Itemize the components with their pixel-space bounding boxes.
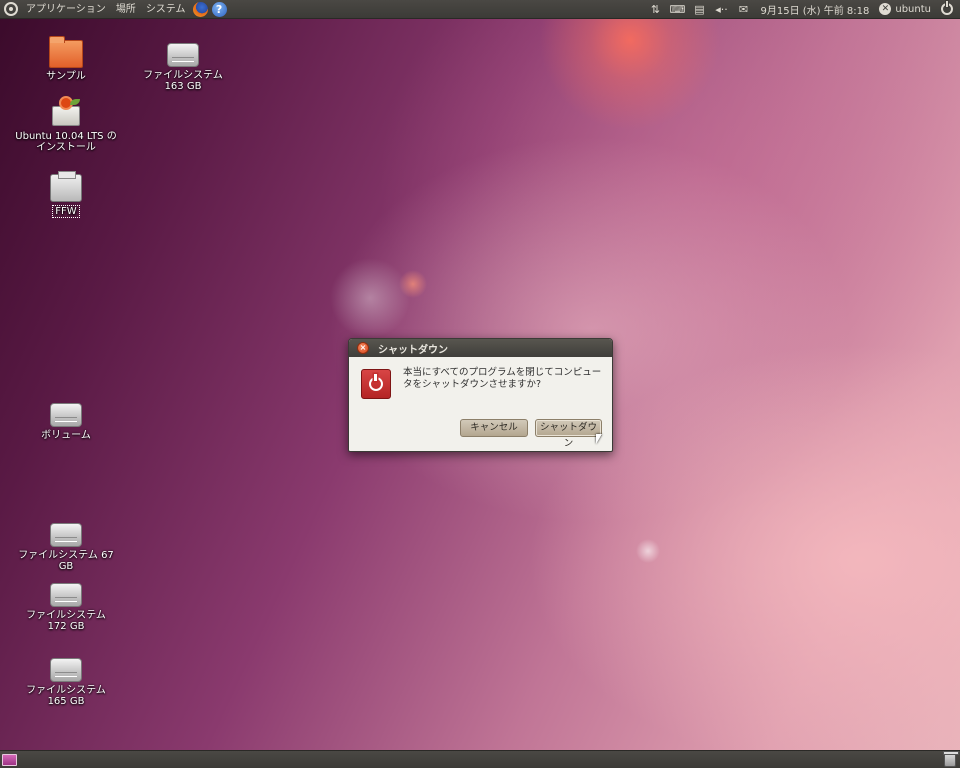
bottom-panel	[0, 750, 960, 768]
power-icon[interactable]	[941, 1, 953, 15]
trash-icon[interactable]	[943, 751, 959, 767]
cancel-button[interactable]: キャンセル	[460, 419, 528, 437]
drive-icon	[50, 583, 82, 607]
removable-drive-icon	[50, 171, 82, 202]
close-icon[interactable]: ×	[357, 342, 369, 354]
top-panel: アプリケーション 場所 システム ? ⇅ ⌨ ▤ ◂·· ✉ 9月15日 (水)…	[0, 0, 960, 19]
top-panel-left: アプリケーション 場所 システム ?	[0, 0, 229, 19]
mail-icon[interactable]: ✉	[734, 3, 752, 16]
drive-icon	[50, 523, 82, 547]
show-desktop-icon[interactable]	[2, 754, 17, 766]
desktop-icon-fs163[interactable]: ファイルシステム 163 GB	[128, 43, 238, 92]
shutdown-dialog: × シャットダウン 本当にすべてのプログラムを閉じてコンピュータをシャットダウン…	[348, 338, 613, 452]
drive-icon	[50, 403, 82, 427]
shutdown-button[interactable]: シャットダウン	[535, 419, 602, 449]
desktop-icon-sample[interactable]: サンプル	[11, 36, 121, 82]
installer-icon	[48, 96, 84, 128]
desktop-icon-label: Ubuntu 10.04 LTS の インストール	[15, 131, 117, 153]
desktop-icon-label: FFW	[52, 205, 80, 218]
menu-places[interactable]: 場所	[111, 0, 141, 19]
dialog-title: シャットダウン	[378, 344, 448, 356]
clipboard-icon[interactable]: ▤	[690, 3, 708, 16]
drive-icon	[50, 658, 82, 682]
ubuntu-logo-icon[interactable]	[4, 2, 18, 16]
desktop-icon-ffw[interactable]: FFW	[11, 171, 121, 218]
desktop-icon-label: ボリューム	[41, 430, 91, 441]
menu-system[interactable]: システム	[141, 0, 191, 19]
username[interactable]: ubuntu	[891, 4, 937, 15]
desktop-icon-volume[interactable]: ボリューム	[11, 403, 121, 441]
network-icon[interactable]: ⇅	[646, 3, 664, 16]
shutdown-icon	[361, 369, 391, 399]
top-panel-right: ⇅ ⌨ ▤ ◂·· ✉ 9月15日 (水) 午前 8:18 ✕ ubuntu	[644, 0, 960, 19]
volume-icon[interactable]: ◂··	[712, 3, 730, 16]
folder-icon	[49, 36, 83, 68]
desktop-icon-fs67[interactable]: ファイルシステム 67 GB	[11, 523, 121, 572]
dialog-body: 本当にすべてのプログラムを閉じてコンピュータをシャットダウンさせますか? キャン…	[349, 357, 612, 451]
clock[interactable]: 9月15日 (水) 午前 8:18	[754, 2, 875, 17]
menu-applications[interactable]: アプリケーション	[21, 0, 111, 19]
mouse-cursor-icon	[596, 434, 602, 444]
keyboard-icon[interactable]: ⌨	[668, 3, 686, 16]
desktop-icon-fs165[interactable]: ファイルシステム 165 GB	[11, 658, 121, 707]
me-menu-icon[interactable]: ✕	[879, 3, 892, 15]
drive-icon	[167, 43, 199, 67]
desktop-icon-label: ファイルシステム 163 GB	[143, 70, 223, 92]
desktop-icon-label: ファイルシステム 165 GB	[26, 685, 106, 707]
dialog-message: 本当にすべてのプログラムを閉じてコンピュータをシャットダウンさせますか?	[403, 367, 602, 390]
desktop-icon-installer[interactable]: Ubuntu 10.04 LTS の インストール	[11, 96, 121, 153]
desktop-icon-fs172[interactable]: ファイルシステム 172 GB	[11, 583, 121, 632]
dialog-titlebar[interactable]: × シャットダウン	[349, 339, 612, 357]
help-icon[interactable]: ?	[211, 1, 227, 17]
desktop-icon-label: サンプル	[46, 71, 86, 82]
firefox-launcher-icon[interactable]	[192, 1, 208, 17]
desktop-icon-label: ファイルシステム 172 GB	[26, 610, 106, 632]
desktop-icon-label: ファイルシステム 67 GB	[18, 550, 114, 572]
